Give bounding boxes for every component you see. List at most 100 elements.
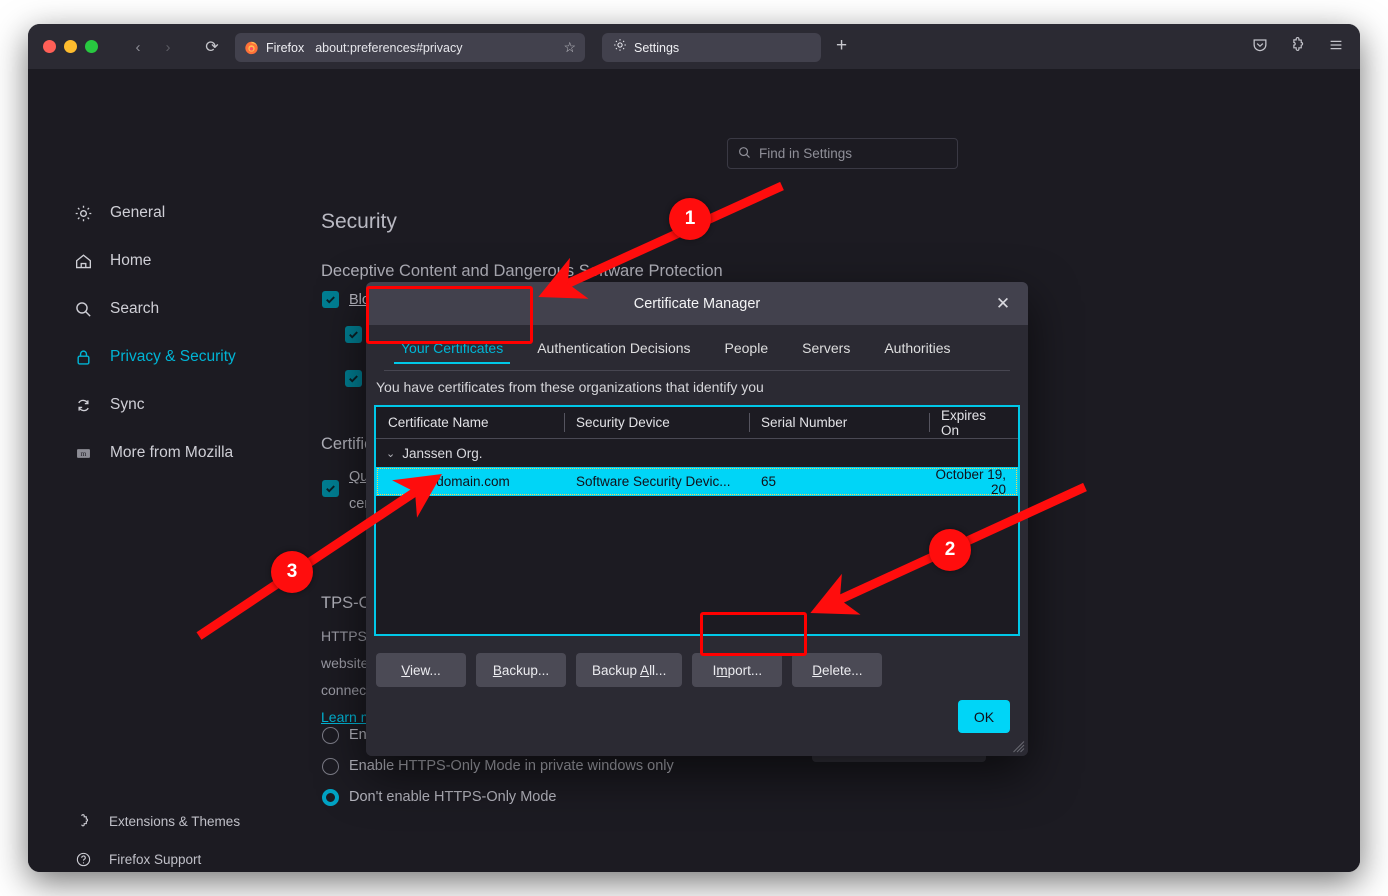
forward-icon[interactable]: › [154,34,182,60]
deceptive-content-heading: Deceptive Content and Dangerous Software… [321,262,723,281]
column-header-security-device[interactable]: Security Device [564,407,749,438]
dialog-body: Your Certificates Authentication Decisio… [366,325,1028,756]
tab-people[interactable]: People [708,325,786,370]
tabs-divider [384,370,1010,371]
sidebar-item-privacy-security[interactable]: Privacy & Security [72,342,236,372]
browser-chrome: ‹ › ⟳ Firefox about:preferences#privacy … [28,24,1360,70]
backup-button[interactable]: Backup... [476,653,566,687]
annotation-highlight-your-certificates [366,286,533,344]
tab-label: Authorities [884,340,950,356]
search-icon [72,298,94,320]
lock-icon [72,346,94,368]
gear-icon [72,202,94,224]
column-header-expires-on[interactable]: Expires On [929,407,1018,438]
sidebar-item-general[interactable]: General [72,198,165,228]
sidebar-item-label: Privacy & Security [110,348,236,366]
sidebar-item-sync[interactable]: Sync [72,390,144,420]
warn-unwanted-software-checkbox[interactable] [345,370,362,387]
window-controls[interactable] [43,40,98,53]
https-all-windows-radio[interactable] [322,727,339,744]
https-only-heading: TPS-O [321,594,371,613]
delete-button-label: Delete... [812,663,862,678]
annotation-highlight-import-button [700,612,807,656]
cell-expires-on: October 19, 20 [929,467,1018,497]
backup-all-button[interactable]: Backup All... [576,653,682,687]
annotation-badge-3: 3 [271,551,313,593]
pocket-icon[interactable] [1250,35,1270,55]
tab-authentication-decisions[interactable]: Authentication Decisions [520,325,707,370]
chrome-toolbar-icons [1250,35,1346,55]
brand-label: Firefox [266,41,304,55]
sidebar-item-label: Extensions & Themes [109,814,240,829]
tab-settings-label: Settings [634,41,679,55]
navigation-buttons: ‹ › ⟳ [124,34,226,60]
new-tab-button[interactable]: + [836,35,847,57]
ok-button-label: OK [974,709,994,725]
annotation-badge-2: 2 [929,529,971,571]
extensions-icon[interactable] [1288,35,1308,55]
delete-button[interactable]: Delete... [792,653,882,687]
browser-window: ‹ › ⟳ Firefox about:preferences#privacy … [28,24,1360,872]
url-text[interactable]: about:preferences#privacy [315,41,462,55]
table-header-row: Certificate Name Security Device Serial … [376,407,1018,439]
tab-settings[interactable]: Settings [602,33,821,62]
firefox-logo-icon [244,40,259,55]
sidebar-item-label: More from Mozilla [110,444,233,462]
query-ocsp-checkbox[interactable] [322,480,339,497]
block-dangerous-downloads-checkbox[interactable] [345,326,362,343]
column-header-serial-number[interactable]: Serial Number [749,407,929,438]
chevron-down-icon[interactable]: ⌄ [386,447,395,460]
column-header-certificate-name[interactable]: Certificate Name [376,407,564,438]
tab-authorities[interactable]: Authorities [867,325,967,370]
sidebar-item-extensions-themes[interactable]: Extensions & Themes [73,806,240,836]
sidebar-item-search[interactable]: Search [72,294,159,324]
annotation-badge-1: 1 [669,198,711,240]
sidebar-item-label: Search [110,300,159,318]
https-disabled-label: Don't enable HTTPS-Only Mode [349,789,556,805]
https-disabled-radio[interactable] [322,789,339,806]
close-window-button[interactable] [43,40,56,53]
sidebar-item-label: Firefox Support [109,852,201,867]
dialog-title: Certificate Manager [634,296,761,312]
table-group-row[interactable]: ⌄ Janssen Org. [376,439,1018,467]
sidebar-item-label: Home [110,252,151,270]
puzzle-icon [73,811,93,831]
star-icon[interactable]: ☆ [563,39,576,56]
ok-button[interactable]: OK [958,700,1010,733]
app-menu-icon[interactable] [1326,35,1346,55]
sidebar-item-firefox-support[interactable]: Firefox Support [73,844,201,872]
block-dangerous-checkbox[interactable] [322,291,339,308]
back-icon[interactable]: ‹ [124,34,152,60]
view-button[interactable]: View... [376,653,466,687]
table-row[interactable]: yourdomain.com Software Security Devic..… [376,467,1018,496]
sync-icon [72,394,94,416]
table-group-label: Janssen Org. [402,446,482,461]
sidebar-item-home[interactable]: Home [72,246,151,276]
close-icon[interactable]: ✕ [992,293,1014,315]
certificate-manager-dialog: Certificate Manager ✕ Your Certificates … [366,282,1028,756]
reload-icon[interactable]: ⟳ [198,34,226,60]
page-title: Security [321,210,397,234]
view-button-label: View... [401,663,441,678]
cell-certificate-name: yourdomain.com [376,474,564,489]
sidebar: General Home [28,70,290,872]
tab-label: Servers [802,340,850,356]
certificates-table[interactable]: Certificate Name Security Device Serial … [374,405,1020,636]
sidebar-item-more-from-mozilla[interactable]: m More from Mozilla [72,438,233,468]
minimize-window-button[interactable] [64,40,77,53]
backup-all-button-label: Backup All... [592,663,666,678]
import-button[interactable]: Import... [692,653,782,687]
import-button-label: Import... [713,663,763,678]
backup-button-label: Backup... [493,663,549,678]
address-bar[interactable]: Firefox about:preferences#privacy ☆ [235,33,585,62]
dialog-description: You have certificates from these organiz… [376,379,764,395]
maximize-window-button[interactable] [85,40,98,53]
help-icon [73,849,93,869]
cell-security-device: Software Security Devic... [564,474,749,489]
resize-grip-icon[interactable] [1012,740,1025,753]
tab-label: People [725,340,769,356]
sidebar-item-label: Sync [110,396,144,414]
https-private-windows-radio[interactable] [322,758,339,775]
tab-servers[interactable]: Servers [785,325,867,370]
tab-label: Authentication Decisions [537,340,690,356]
